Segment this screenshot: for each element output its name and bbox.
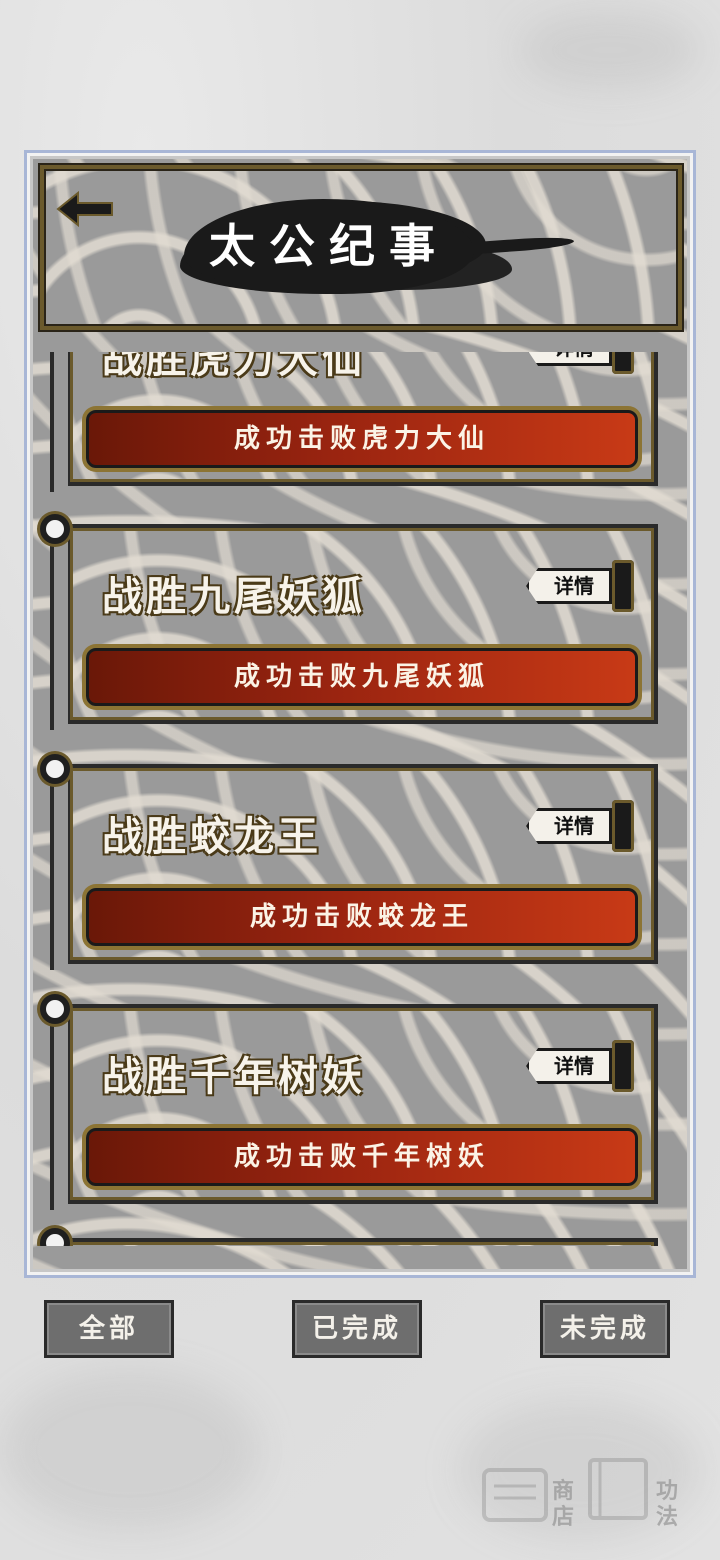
detail-button[interactable]: 详情 (526, 800, 636, 852)
title-ink-tail (463, 235, 575, 255)
filter-completed-button[interactable]: 已完成 (292, 1300, 422, 1358)
card-scroll-flap (50, 352, 68, 492)
achievement-card: 战胜千年树妖 详情 成功击败千年树妖 (40, 994, 658, 1210)
arrow-left-icon (56, 190, 113, 228)
header-banner: 太公纪事 (40, 165, 682, 330)
filter-all-button[interactable]: 全部 (44, 1300, 174, 1358)
sword-hilt-icon (612, 800, 634, 852)
achievement-description-bar: 成功击败九尾妖狐 (86, 648, 638, 706)
card-scroll-flap (50, 534, 68, 730)
achievement-card: 战胜蛟龙王 详情 成功击败蛟龙王 (40, 754, 658, 970)
card-ring-icon (40, 994, 70, 1024)
background-ink-blot (0, 1370, 260, 1530)
detail-button-label: 详情 (536, 352, 612, 366)
detail-button-label: 详情 (554, 1054, 594, 1078)
achievement-description-bar: 成功击败千年树妖 (86, 1128, 638, 1186)
achievement-list[interactable]: 战胜虎力大仙 详情 成功击败虎力大仙 战胜九尾妖狐 详情 成功击败九尾妖狐 战胜… (36, 352, 676, 1246)
scroll-icon (482, 1468, 548, 1522)
card-scroll-flap (50, 1014, 68, 1210)
achievement-title: 战胜九尾妖狐 (102, 573, 366, 620)
card-ring-icon (40, 1228, 70, 1246)
background-ink-blot (520, 10, 700, 90)
sword-hilt-icon (612, 1040, 634, 1092)
detail-button[interactable]: 详情 (526, 560, 636, 612)
back-button[interactable] (56, 189, 116, 229)
filter-incomplete-button[interactable]: 未完成 (540, 1300, 670, 1358)
achievement-title: 战胜蛟龙王 (102, 813, 322, 860)
achievement-card: 战胜虎力大仙 详情 成功击败虎力大仙 (50, 352, 658, 492)
achievement-description-bar: 成功击败蛟龙王 (86, 888, 638, 946)
book-icon (588, 1458, 648, 1520)
achievement-description-bar: 成功击败虎力大仙 (86, 410, 638, 468)
page-title: 太公纪事 (209, 219, 449, 273)
detail-button-label: 详情 (554, 814, 594, 838)
detail-button[interactable]: 详情 (526, 1040, 636, 1092)
card-scroll-flap (50, 774, 68, 970)
sword-hilt-icon (612, 352, 634, 374)
achievement-description: 成功击败千年树妖 (233, 1142, 490, 1172)
card-ring-icon (40, 754, 70, 784)
achievement-title: 战胜虎力大仙 (102, 352, 366, 382)
achievement-description: 成功击败蛟龙王 (249, 902, 474, 932)
achievement-card (40, 1228, 658, 1246)
filter-all-label: 全部 (78, 1314, 139, 1344)
detail-button[interactable]: 详情 (526, 352, 636, 374)
achievement-description: 成功击败九尾妖狐 (233, 662, 490, 692)
achievement-description: 成功击败虎力大仙 (233, 424, 490, 454)
detail-button-label: 详情 (554, 574, 594, 598)
card-ring-icon (40, 514, 70, 544)
sword-hilt-icon (612, 560, 634, 612)
filter-completed-label: 已完成 (311, 1314, 402, 1344)
skills-label: 功法 (656, 1478, 679, 1530)
filter-incomplete-label: 未完成 (559, 1314, 650, 1344)
achievement-title: 战胜千年树妖 (102, 1053, 366, 1100)
achievement-card: 战胜九尾妖狐 详情 成功击败九尾妖狐 (40, 514, 658, 730)
shop-label: 商店 (552, 1478, 575, 1530)
